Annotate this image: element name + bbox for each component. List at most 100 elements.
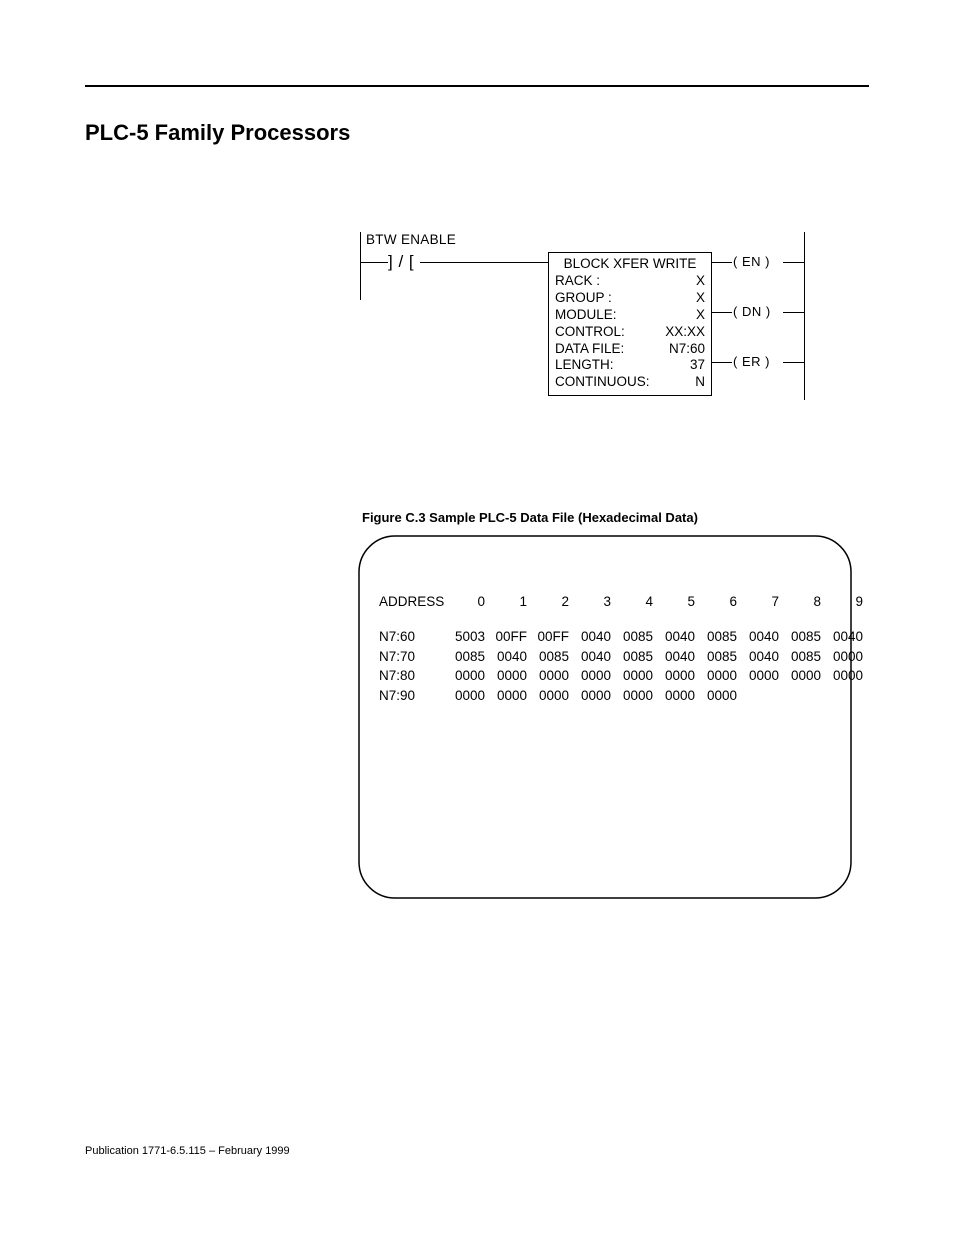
cell: 0085 [783,647,825,667]
cell: 0000 [573,686,615,706]
instr-label: DATA FILE: [555,341,624,358]
col-header: 2 [531,594,573,609]
en-coil: ( EN ) [733,254,770,269]
data-file-screen: ADDRESS 0 1 2 3 4 5 6 7 8 9 N7:60 5003 0… [355,532,855,902]
cell [825,686,867,706]
col-header: 7 [741,594,783,609]
page: PLC-5 Family Processors BTW ENABLE ] / [… [0,0,954,1235]
cell: 0000 [489,686,531,706]
address-header-label: ADDRESS [379,594,447,609]
row-address: N7:60 [379,627,447,647]
cell: 0000 [657,666,699,686]
cell: 0040 [573,627,615,647]
instr-value: 37 [690,357,705,374]
cell: 0000 [699,686,741,706]
instr-row-module: MODULE: X [555,307,705,324]
cell: 0000 [783,666,825,686]
rung-wire-left [360,262,388,263]
ladder-diagram: BTW ENABLE ] / [ BLOCK XFER WRITE RACK :… [360,232,805,402]
cell: 0040 [657,647,699,667]
instr-label: RACK : [555,273,600,290]
rung-input-label: BTW ENABLE [366,232,456,247]
wire-to-er-coil [712,362,732,363]
cell: 0040 [741,627,783,647]
cell: 00FF [531,627,573,647]
instr-value: N7:60 [669,341,705,358]
table-row: N7:60 5003 00FF 00FF 0040 0085 0040 0085… [379,627,867,647]
cell: 00FF [489,627,531,647]
table-row: N7:90 0000 0000 0000 0000 0000 0000 0000 [379,686,867,706]
data-file-header-row: ADDRESS 0 1 2 3 4 5 6 7 8 9 [379,594,867,609]
col-header: 4 [615,594,657,609]
col-header: 5 [657,594,699,609]
top-rule [85,85,869,87]
instr-value: XX:XX [665,324,705,341]
left-power-rail [360,232,361,300]
col-header: 1 [489,594,531,609]
instr-value: X [696,273,705,290]
cell: 0085 [531,647,573,667]
instr-value: X [696,290,705,307]
cell: 0000 [573,666,615,686]
cell: 0040 [573,647,615,667]
instr-row-group: GROUP : X [555,290,705,307]
rung-wire-mid [420,262,548,263]
cell: 0000 [447,686,489,706]
instr-label: LENGTH: [555,357,614,374]
instr-label: GROUP : [555,290,612,307]
instr-label: CONTINUOUS: [555,374,650,391]
cell: 0000 [825,647,867,667]
cell: 0040 [489,647,531,667]
dn-coil: ( DN ) [733,304,771,319]
cell: 0000 [531,666,573,686]
cell: 0040 [741,647,783,667]
table-row: N7:70 0085 0040 0085 0040 0085 0040 0085… [379,647,867,667]
wire-en-to-rail [783,262,805,263]
cell: 0000 [531,686,573,706]
instr-row-datafile: DATA FILE: N7:60 [555,341,705,358]
cell: 0000 [825,666,867,686]
instr-label: CONTROL: [555,324,625,341]
wire-to-dn-coil [712,312,732,313]
col-header: 6 [699,594,741,609]
btw-instruction-title: BLOCK XFER WRITE [555,256,705,271]
data-file-table: ADDRESS 0 1 2 3 4 5 6 7 8 9 N7:60 5003 0… [379,594,867,705]
figure-caption: Figure C.3 Sample PLC-5 Data File (Hexad… [362,510,698,525]
cell: 0085 [699,627,741,647]
instr-row-control: CONTROL: XX:XX [555,324,705,341]
col-header: 9 [825,594,867,609]
instr-value: N [695,374,705,391]
cell: 0000 [699,666,741,686]
screen-border-icon [355,532,855,902]
cell: 5003 [447,627,489,647]
section-title: PLC-5 Family Processors [85,120,350,146]
cell: 0040 [657,627,699,647]
cell [783,686,825,706]
col-header: 3 [573,594,615,609]
right-power-rail [804,232,805,400]
wire-dn-to-rail [783,312,805,313]
table-row: N7:80 0000 0000 0000 0000 0000 0000 0000… [379,666,867,686]
instr-value: X [696,307,705,324]
instr-row-continuous: CONTINUOUS: N [555,374,705,391]
cell [741,686,783,706]
cell: 0000 [741,666,783,686]
xio-contact: ] / [ [388,252,414,272]
row-address: N7:70 [379,647,447,667]
cell: 0000 [615,666,657,686]
er-coil: ( ER ) [733,354,770,369]
btw-instruction-box: BLOCK XFER WRITE RACK : X GROUP : X MODU… [548,252,712,396]
cell: 0085 [615,627,657,647]
cell: 0000 [615,686,657,706]
cell: 0000 [447,666,489,686]
row-address: N7:90 [379,686,447,706]
wire-er-to-rail [783,362,805,363]
cell: 0085 [699,647,741,667]
publication-footer: Publication 1771-6.5.115 – February 1999 [85,1145,290,1157]
row-address: N7:80 [379,666,447,686]
cell: 0085 [447,647,489,667]
instr-label: MODULE: [555,307,617,324]
col-header: 8 [783,594,825,609]
cell: 0040 [825,627,867,647]
cell: 0000 [657,686,699,706]
